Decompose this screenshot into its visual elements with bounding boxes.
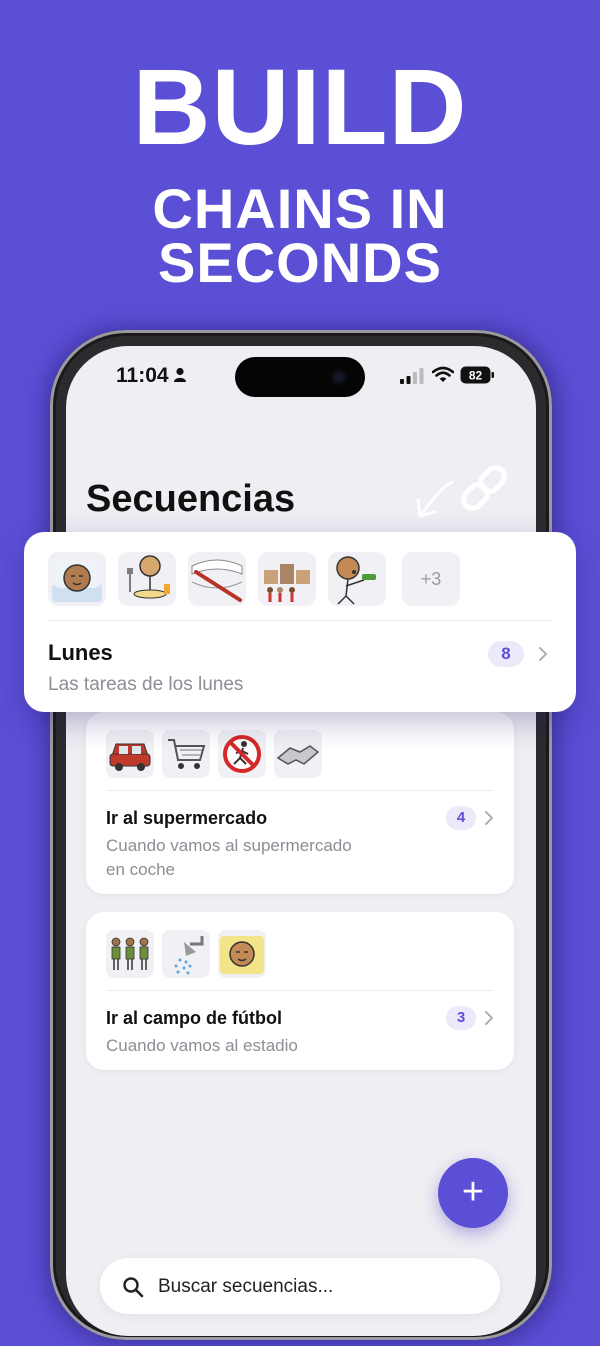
card-divider bbox=[48, 620, 552, 621]
shower-pictogram bbox=[162, 930, 210, 978]
shopping-cart-pictogram bbox=[162, 730, 210, 778]
description-line-1: Cuando vamos al supermercado bbox=[106, 836, 352, 855]
card-divider bbox=[106, 990, 494, 991]
description-line-2: en coche bbox=[106, 860, 175, 879]
more-pictograms-count: +3 bbox=[402, 552, 460, 606]
chevron-right-icon bbox=[539, 647, 547, 661]
chevron-right-icon bbox=[485, 1011, 493, 1025]
car-pictogram bbox=[106, 730, 154, 778]
no-running-pictogram bbox=[218, 730, 266, 778]
search-bar bbox=[100, 1258, 500, 1314]
signal-icon bbox=[400, 368, 424, 384]
sequence-name: Ir al campo de fútbol bbox=[106, 1008, 283, 1028]
step-count-badge: 8 bbox=[488, 641, 524, 667]
sequence-description: Cuando vamos al supermercado en coche bbox=[106, 834, 352, 882]
chevron-right-icon bbox=[485, 811, 493, 825]
sequence-name: Lunes bbox=[48, 640, 113, 665]
headline-line-2: CHAINS IN bbox=[152, 177, 448, 240]
football-team-pictogram bbox=[106, 930, 154, 978]
sleeping-pictogram bbox=[218, 930, 266, 978]
sleeping-pictogram bbox=[48, 552, 106, 606]
search-icon bbox=[123, 1277, 144, 1298]
step-count-badge: 4 bbox=[446, 806, 476, 830]
page-title: Secuencias bbox=[86, 478, 296, 520]
add-sequence-button[interactable]: + bbox=[438, 1158, 508, 1228]
battery-icon: 82 bbox=[460, 366, 494, 384]
status-time: 11:04 bbox=[116, 364, 169, 387]
sequence-description: Cuando vamos al estadio bbox=[106, 1036, 298, 1055]
front-camera bbox=[331, 369, 347, 385]
sequence-card-supermercado[interactable]: Ir al supermercado Cuando vamos al super… bbox=[86, 712, 514, 894]
sequence-card-lunes[interactable]: +3 Lunes Las tareas de los lunes 8 bbox=[24, 532, 576, 712]
battery-level: 82 bbox=[469, 369, 483, 383]
toothbrush-pictogram bbox=[188, 552, 246, 606]
eating-pictogram bbox=[118, 552, 176, 606]
headline-chains: CHAINS IN SECONDS bbox=[0, 177, 600, 294]
handshake-pictogram bbox=[274, 730, 322, 778]
step-count-badge: 3 bbox=[446, 1006, 476, 1030]
curved-arrow-icon bbox=[416, 480, 454, 518]
card-divider bbox=[106, 790, 494, 791]
school-pictogram bbox=[258, 552, 316, 606]
sequence-description: Las tareas de los lunes bbox=[48, 674, 244, 695]
sequence-name: Ir al supermercado bbox=[106, 808, 268, 828]
sequence-card-futbol[interactable]: Ir al campo de fútbol Cuando vamos al es… bbox=[86, 912, 514, 1070]
singing-pictogram bbox=[328, 552, 386, 606]
wifi-icon bbox=[432, 366, 454, 382]
search-input[interactable] bbox=[156, 1270, 480, 1304]
link-icon bbox=[461, 465, 507, 511]
dynamic-island bbox=[235, 357, 365, 397]
person-icon bbox=[174, 367, 186, 382]
headline-line-3: SECONDS bbox=[158, 231, 442, 294]
headline-build: BUILD bbox=[132, 46, 468, 167]
